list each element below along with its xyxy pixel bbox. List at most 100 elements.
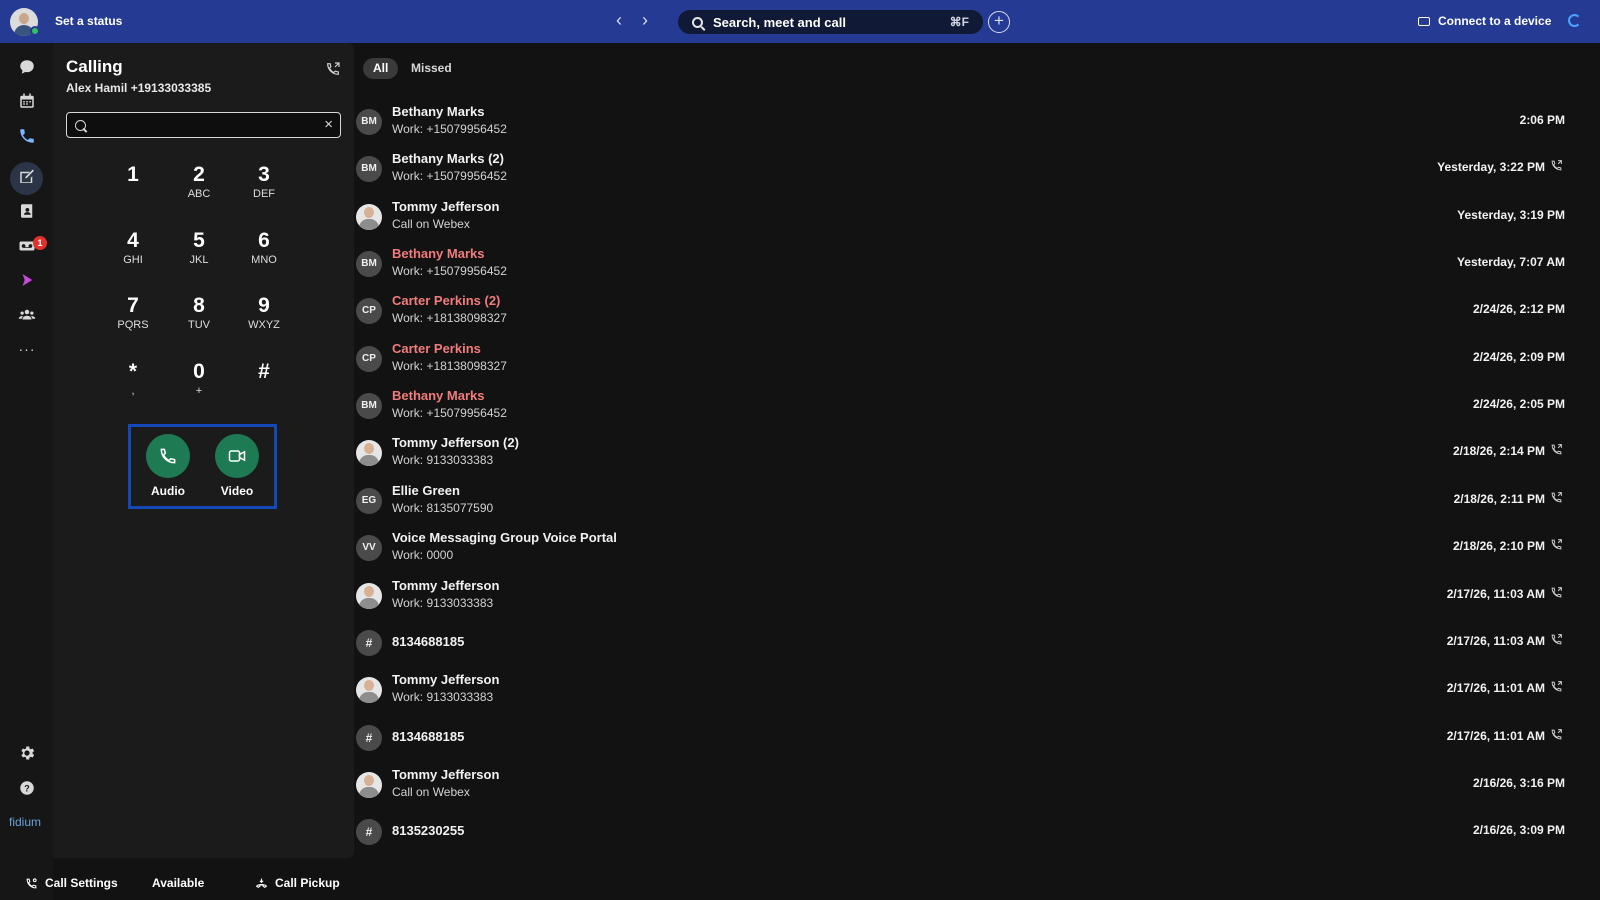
call-options-icon[interactable] — [325, 61, 341, 77]
caller-name: Bethany Marks (2) — [392, 151, 504, 167]
whiteboard-icon[interactable] — [17, 167, 37, 187]
call-history-row[interactable]: EG Ellie Green Work: 8135077590 2/18/26, 2:… — [354, 478, 1600, 524]
video-label: Video — [220, 484, 254, 498]
add-button[interactable]: + — [988, 11, 1010, 33]
caller-detail: Work: 8135077590 — [392, 500, 494, 515]
call-time: 2/18/26, 2:14 PM — [1452, 444, 1545, 459]
call-time: 2/17/26, 11:01 AM — [1446, 681, 1545, 696]
left-rail: 1 ··· ? fidium — [0, 43, 53, 900]
dial-search-field[interactable]: × — [66, 112, 341, 138]
call-settings-icon — [26, 877, 37, 888]
search-shortcut: ⌘F — [949, 15, 969, 29]
call-history-row[interactable]: VV Voice Messaging Group Voice Portal Work… — [354, 525, 1600, 571]
messaging-icon[interactable] — [17, 57, 37, 77]
caller-name: Carter Perkins (2) — [392, 293, 501, 309]
call-history-row[interactable]: CP Carter Perkins Work: +18138098327 2/24/2… — [354, 336, 1600, 382]
keypad-key[interactable]: 5 JKL — [169, 229, 229, 287]
keypad-key[interactable]: *, — [103, 360, 163, 418]
bottom-status-bar: Call Settings Available Call Pickup — [0, 858, 354, 900]
keypad-key[interactable]: 9 WXYZ — [234, 294, 294, 352]
keypad-key[interactable]: 3 DEF — [234, 163, 294, 221]
call-history-row[interactable]: BM Bethany Marks Work: +15079956452 Yesterd… — [354, 241, 1600, 287]
call-history-row[interactable]: CP Carter Perkins (2) Work: +18138098327 2/… — [354, 288, 1600, 334]
app-icon[interactable] — [17, 270, 37, 290]
set-status-button[interactable]: Set a status — [55, 14, 122, 28]
call-history-row[interactable]: BM Bethany Marks Work: +15079956452 2/24/26… — [354, 383, 1600, 429]
global-search-bar[interactable]: Search, meet and call ⌘F — [678, 10, 983, 34]
avatar-initials: # — [356, 629, 382, 656]
outgoing-call-icon — [1550, 633, 1563, 646]
avatar-initials: # — [356, 819, 382, 846]
key-letters: TUV — [188, 319, 210, 331]
search-label: Search, meet and call — [713, 14, 846, 30]
avatar — [356, 440, 382, 467]
keypad-key[interactable]: 4 GHI — [103, 229, 163, 287]
dial-input[interactable] — [94, 117, 314, 133]
avatar-initials: VV — [356, 535, 382, 562]
teams-icon[interactable] — [17, 305, 37, 325]
outgoing-call-icon — [1550, 728, 1563, 741]
call-time: 2/17/26, 11:01 AM — [1446, 728, 1545, 743]
call-time: 2:06 PM — [1519, 113, 1565, 127]
call-time: 2/24/26, 2:12 PM — [1472, 302, 1565, 317]
back-arrow-icon[interactable]: ‹ — [609, 11, 629, 31]
contacts-icon[interactable] — [17, 201, 37, 221]
keypad-key[interactable]: # — [234, 360, 294, 418]
caller-name: Tommy Jefferson — [392, 766, 500, 782]
connect-device-button[interactable]: Connect to a device — [1418, 14, 1551, 28]
call-history-row[interactable]: Tommy Jefferson Call on Webex 2/16/26, 3:1… — [354, 762, 1600, 808]
calling-icon[interactable] — [17, 126, 37, 146]
settings-icon[interactable] — [17, 743, 37, 763]
caller-detail: Call on Webex — [392, 216, 470, 231]
video-call-button[interactable] — [215, 434, 259, 478]
call-settings-button[interactable]: Call Settings — [25, 876, 118, 890]
audio-call-button[interactable] — [146, 434, 190, 478]
keypad-key[interactable]: 1 — [103, 163, 163, 221]
clear-icon[interactable]: × — [324, 116, 333, 133]
call-history-row[interactable]: Tommy Jefferson Work: 9133033383 2/17/26, … — [354, 573, 1600, 619]
filter-missed-tab[interactable]: Missed — [401, 58, 462, 79]
call-history-row[interactable]: #8135230255 2/16/26, 3:09 PM — [354, 809, 1600, 855]
call-pickup-button[interactable]: Call Pickup — [255, 876, 340, 890]
call-history-row[interactable]: BM Bethany Marks Work: +15079956452 2:06 PM — [354, 99, 1600, 145]
calendar-icon[interactable] — [17, 91, 37, 111]
keypad-key[interactable]: 7 PQRS — [103, 294, 163, 352]
call-history-row[interactable]: Tommy Jefferson Work: 9133033383 2/17/26, … — [354, 667, 1600, 713]
more-icon[interactable]: ··· — [17, 339, 37, 359]
forward-arrow-icon[interactable]: › — [635, 11, 655, 31]
avatar — [356, 582, 382, 609]
caller-name: Bethany Marks — [392, 388, 485, 404]
key-letters: JKL — [189, 254, 209, 266]
brand-logo: fidium — [9, 815, 42, 829]
key-letters: ABC — [187, 188, 211, 200]
user-line: Alex Hamil +19133033385 — [66, 81, 212, 95]
sync-icon[interactable] — [1568, 14, 1581, 27]
key-digit: 1 — [127, 163, 139, 186]
caller-detail: Work: 9133033383 — [392, 690, 494, 705]
avatar-initials: BM — [356, 251, 382, 278]
keypad-key[interactable]: 8 TUV — [169, 294, 229, 352]
caller-detail: Work: 9133033383 — [392, 453, 494, 468]
caller-name: Tommy Jefferson — [392, 198, 500, 214]
call-history-row[interactable]: #8134688185 2/17/26, 11:03 AM — [354, 620, 1600, 666]
call-history-row[interactable]: BM Bethany Marks (2) Work: +15079956452 Yes… — [354, 146, 1600, 192]
call-history-row[interactable]: Tommy Jefferson Call on Webex Yesterday, 3… — [354, 194, 1600, 240]
filter-all-tab[interactable]: All — [363, 58, 399, 79]
keypad-key[interactable]: 2 ABC — [169, 163, 229, 221]
key-digit: 8 — [193, 294, 205, 317]
call-history-row[interactable]: #8134688185 2/17/26, 11:01 AM — [354, 715, 1600, 761]
avatar-initials: CP — [356, 345, 382, 372]
key-letters: WXYZ — [248, 319, 280, 331]
call-history-row[interactable]: Tommy Jefferson (2) Work: 9133033383 2/18/… — [354, 430, 1600, 476]
caller-detail: Work: +15079956452 — [392, 122, 507, 136]
page-title: Calling — [66, 57, 123, 76]
avatar-initials: BM — [356, 109, 382, 135]
help-icon[interactable]: ? — [17, 778, 37, 798]
caller-detail: Work: 0000 — [392, 548, 454, 563]
call-time: 2/16/26, 3:09 PM — [1472, 823, 1565, 838]
key-digit: 3 — [258, 163, 270, 186]
availability-status[interactable]: Available — [152, 876, 204, 890]
keypad-key[interactable]: 0 + — [169, 360, 229, 418]
keypad-key[interactable]: 6 MNO — [234, 229, 294, 287]
device-icon — [1418, 16, 1430, 26]
